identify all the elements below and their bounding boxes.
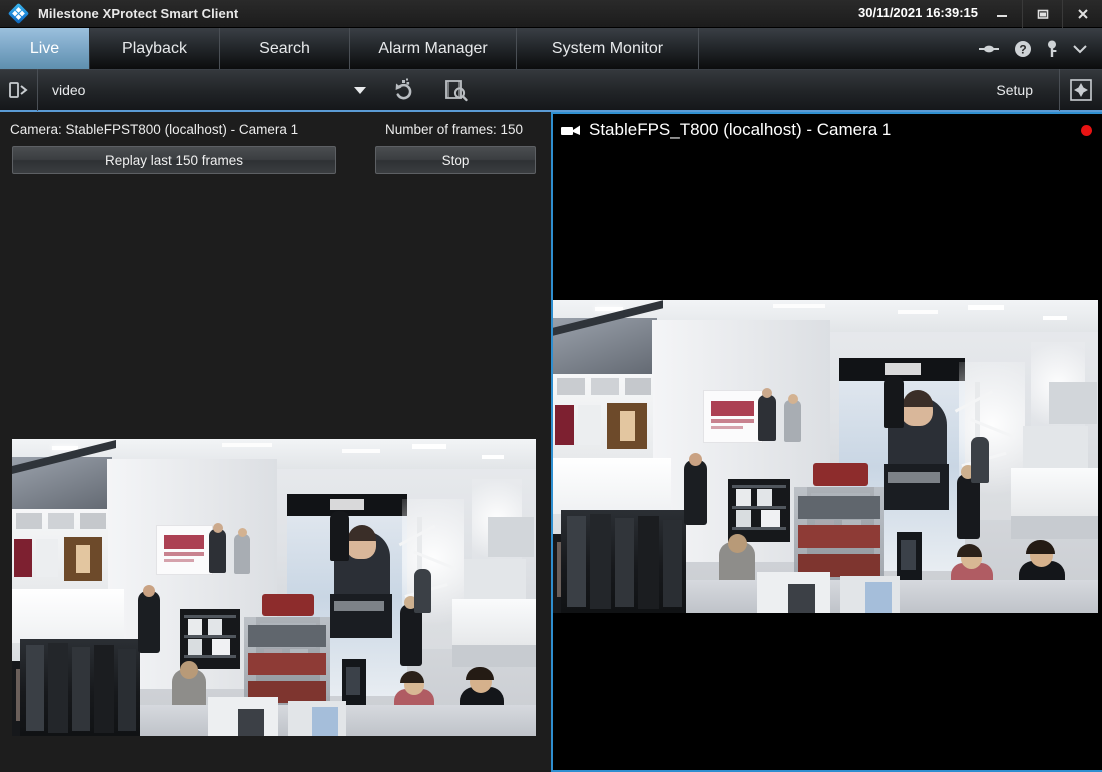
left-plugin-pane: Camera: StableFPST800 (localhost) - Came… (0, 114, 550, 772)
live-camera-view[interactable]: StableFPS_T800 (localhost) - Camera 1 (551, 112, 1102, 772)
tab-bar-spacer (699, 28, 978, 69)
setup-button[interactable]: Setup (970, 69, 1060, 111)
camera-view-title: StableFPS_T800 (localhost) - Camera 1 (589, 120, 891, 140)
milestone-diamond-logo-icon (4, 0, 32, 28)
key-icon[interactable] (1046, 40, 1058, 58)
chevron-down-icon[interactable] (1072, 44, 1088, 54)
tab-alarm-manager[interactable]: Alarm Manager (350, 28, 517, 69)
view-selector[interactable]: video (38, 69, 378, 111)
help-icon[interactable]: ? (1014, 40, 1032, 58)
camera-view-header: StableFPS_T800 (localhost) - Camera 1 (553, 114, 1102, 146)
app-title: Milestone XProtect Smart Client (38, 6, 238, 21)
left-video-preview[interactable] (12, 439, 536, 736)
replay-frames-button[interactable]: Replay last 150 frames (12, 146, 336, 174)
tab-live[interactable]: Live (0, 28, 90, 69)
view-selector-label: video (52, 82, 85, 98)
tab-search[interactable]: Search (220, 28, 350, 69)
close-button[interactable] (1062, 0, 1102, 28)
slide-out-panel-icon[interactable] (0, 69, 38, 111)
frame-count-label: Number of frames: 150 (385, 122, 523, 137)
main-tab-bar: Live Playback Search Alarm Manager Syste… (0, 28, 1102, 70)
recording-indicator-icon (1081, 125, 1092, 136)
svg-text:?: ? (1019, 42, 1026, 56)
video-search-button[interactable] (430, 69, 482, 111)
minimize-button[interactable] (982, 0, 1022, 28)
tab-playback[interactable]: Playback (90, 28, 220, 69)
tab-bar-icons: ? (978, 28, 1102, 69)
maximize-button[interactable] (1022, 0, 1062, 28)
video-camera-icon (561, 124, 581, 137)
clock: 30/11/2021 16:39:15 (858, 5, 978, 20)
reload-view-button[interactable] (378, 69, 430, 111)
stop-button[interactable]: Stop (375, 146, 536, 174)
chevron-down-icon[interactable] (354, 87, 366, 94)
window-controls (982, 0, 1102, 28)
fullscreen-icon[interactable] (1060, 69, 1102, 111)
live-video-image[interactable] (553, 300, 1098, 613)
camera-label: Camera: StableFPST800 (localhost) - Came… (10, 122, 298, 137)
connection-icon[interactable] (978, 42, 1000, 56)
view-toolbar: video Setup (0, 70, 1102, 112)
title-bar: Milestone XProtect Smart Client 30/11/20… (0, 0, 1102, 28)
main-workspace: Camera: StableFPST800 (localhost) - Came… (0, 114, 1102, 772)
tab-system-monitor[interactable]: System Monitor (517, 28, 699, 69)
